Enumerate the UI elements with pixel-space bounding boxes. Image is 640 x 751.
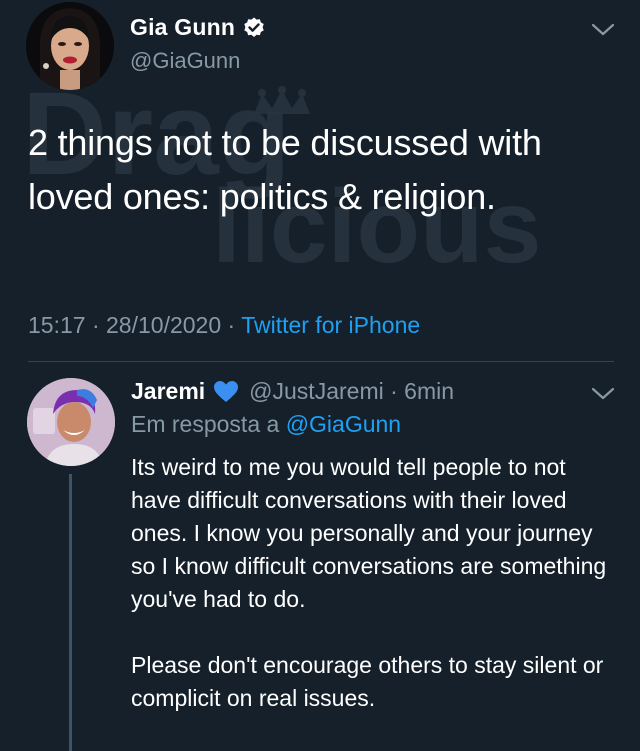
reply-age: 6min: [404, 378, 455, 404]
author-name[interactable]: Gia Gunn: [130, 14, 266, 41]
reply-author-name[interactable]: Jaremi: [131, 378, 205, 405]
blue-heart-icon: [213, 380, 239, 404]
author-name-text[interactable]: Gia Gunn: [130, 14, 235, 41]
chevron-down-icon[interactable]: [590, 386, 616, 402]
reply-paragraph: Its weird to me you would tell people to…: [131, 454, 607, 612]
reply-header: Jaremi @JustJaremi · 6min: [131, 378, 454, 405]
chevron-down-icon[interactable]: [590, 22, 616, 38]
replying-to-label: Em resposta a: [131, 411, 280, 437]
verified-badge-icon: [242, 16, 266, 40]
replying-to: Em resposta a @GiaGunn: [131, 411, 401, 438]
divider: [28, 361, 614, 362]
thread-line: [69, 474, 72, 751]
tweet-date: 28/10/2020: [106, 312, 222, 338]
reply-author-handle[interactable]: @JustJaremi: [249, 378, 384, 405]
author-handle[interactable]: @GiaGunn: [130, 48, 240, 74]
tweet-metadata: 15:17 · 28/10/2020 · Twitter for iPhone: [28, 312, 420, 339]
reply-text: Its weird to me you would tell people to…: [131, 451, 621, 715]
meta-separator: ·: [383, 378, 405, 404]
meta-separator: ·: [91, 312, 100, 338]
tweet-source-link[interactable]: Twitter for iPhone: [241, 312, 420, 338]
meta-separator: ·: [227, 312, 236, 338]
tweet-time: 15:17: [28, 312, 86, 338]
reply-paragraph: Please don't encourage others to stay si…: [131, 652, 604, 711]
replying-to-mention[interactable]: @GiaGunn: [286, 411, 401, 437]
reply-author-avatar[interactable]: [27, 378, 115, 466]
author-avatar[interactable]: [26, 2, 114, 90]
tweet-text: 2 things not to be discussed with loved …: [28, 122, 542, 217]
